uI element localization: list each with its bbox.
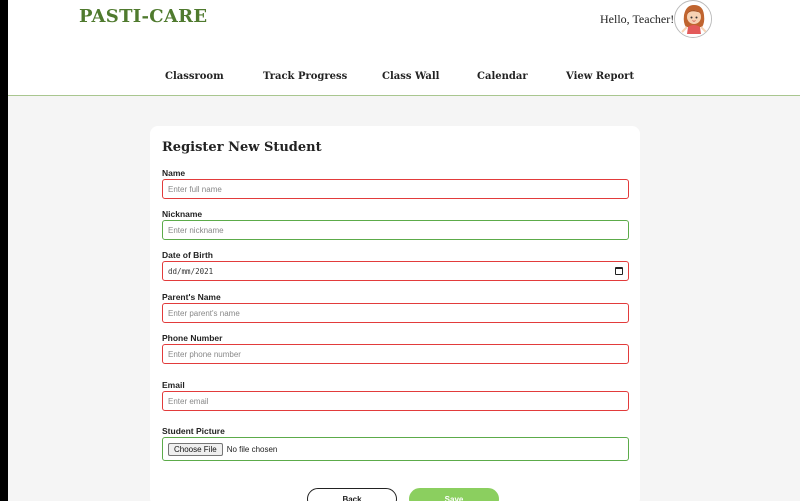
phone-field[interactable]: [162, 344, 629, 364]
name-input[interactable]: [168, 184, 623, 194]
file-status: No file chosen: [226, 444, 278, 454]
nickname-field[interactable]: [162, 220, 629, 240]
email-label: Email: [162, 380, 185, 390]
parent-name-label: Parent's Name: [162, 292, 221, 302]
dob-value[interactable]: dd/mm/2021: [168, 267, 615, 276]
form-title: Register New Student: [162, 140, 322, 155]
parent-name-field[interactable]: [162, 303, 629, 323]
name-label: Name: [162, 168, 186, 178]
picture-label: Student Picture: [162, 426, 225, 436]
name-field[interactable]: [162, 179, 629, 199]
nickname-label: Nickname: [162, 209, 203, 219]
nav-view-report[interactable]: View Report: [566, 71, 634, 82]
avatar[interactable]: [674, 0, 712, 38]
email-field[interactable]: [162, 391, 629, 411]
nav-calendar[interactable]: Calendar: [477, 71, 528, 82]
save-button[interactable]: Save: [409, 488, 499, 501]
header: PASTI-CARE Hello, Teacher! Classroom Tra…: [8, 0, 800, 96]
nav-classroom[interactable]: Classroom: [165, 71, 224, 82]
nav-class-wall[interactable]: Class Wall: [382, 71, 439, 82]
main-nav: Classroom Track Progress Class Wall Cale…: [8, 71, 800, 85]
picture-field: Choose File No file chosen: [162, 437, 629, 461]
nickname-input[interactable]: [168, 225, 623, 235]
back-button[interactable]: Back: [307, 488, 397, 501]
girl-avatar-icon: [676, 2, 711, 37]
dob-label: Date of Birth: [162, 250, 213, 260]
app-logo[interactable]: PASTI-CARE: [79, 6, 207, 27]
register-student-form: Register New Student Name Nickname Date …: [150, 126, 640, 501]
parent-name-input[interactable]: [168, 308, 623, 318]
phone-label: Phone Number: [162, 333, 223, 343]
dob-field[interactable]: dd/mm/2021: [162, 261, 629, 281]
nav-track-progress[interactable]: Track Progress: [263, 71, 347, 82]
email-input[interactable]: [168, 396, 623, 406]
calendar-icon[interactable]: [615, 267, 623, 275]
phone-input[interactable]: [168, 349, 623, 359]
choose-file-button[interactable]: Choose File: [168, 442, 223, 456]
greeting-text: Hello, Teacher!: [600, 12, 675, 26]
app-frame: PASTI-CARE Hello, Teacher! Classroom Tra…: [8, 0, 800, 501]
